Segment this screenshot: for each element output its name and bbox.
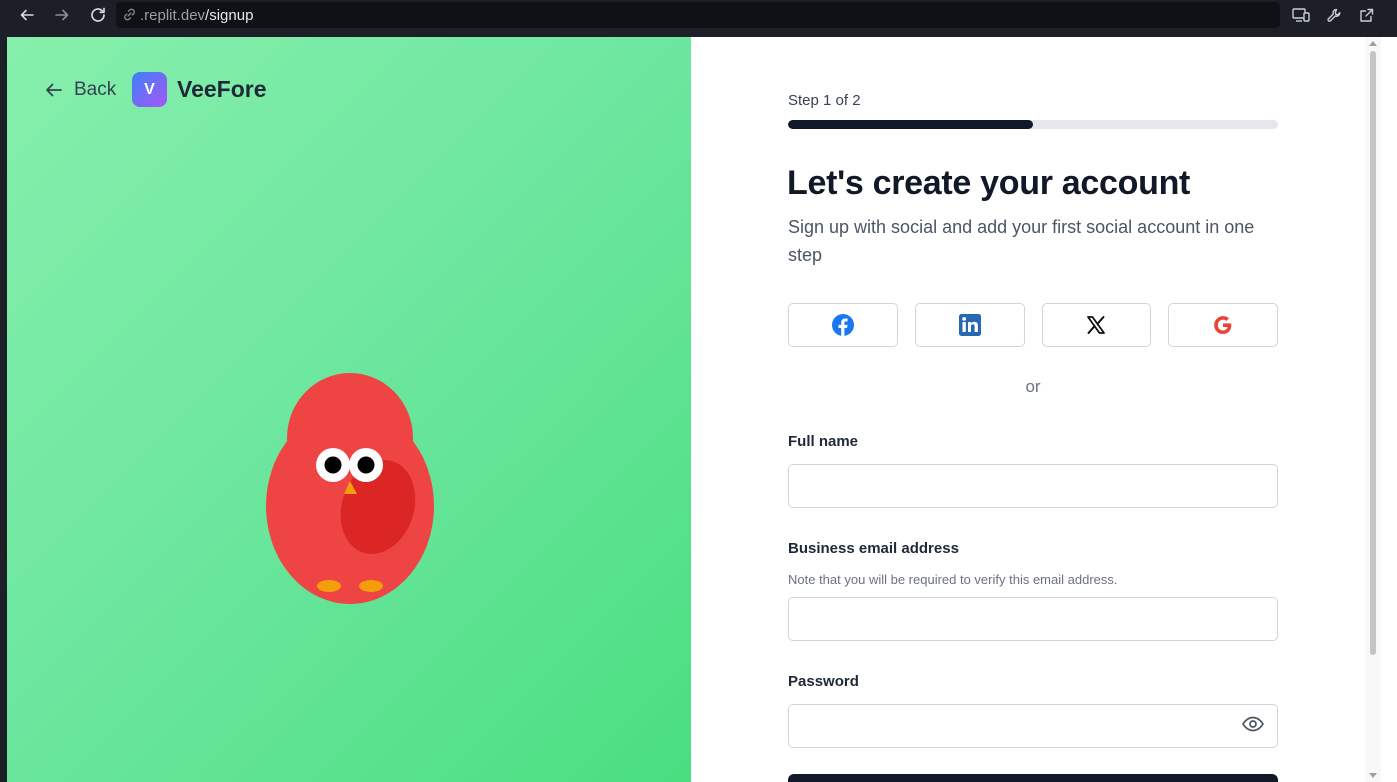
x-icon [1087, 316, 1106, 334]
full-name-input[interactable] [788, 464, 1278, 508]
full-name-label: Full name [788, 433, 859, 450]
back-label: Back [74, 79, 117, 100]
page-title: Let's create your account [787, 164, 1191, 202]
x-signup-button[interactable] [1041, 303, 1152, 347]
progress-bar [788, 120, 1278, 129]
page-subtitle: Sign up with social and add your first s… [788, 217, 1255, 265]
link-icon [122, 7, 137, 27]
signup-form-panel: Step 1 of 2 Let's create your account Si… [691, 37, 1381, 782]
social-signup-buttons [788, 303, 1278, 347]
google-signup-button[interactable] [1168, 303, 1278, 347]
open-external-icon[interactable] [1355, 4, 1377, 26]
arrow-left-icon [46, 83, 62, 97]
scroll-up-icon[interactable] [1369, 41, 1377, 46]
brand-logo[interactable]: V VeeFore [132, 72, 267, 107]
continue-button[interactable] [788, 774, 1278, 782]
forward-arrow-icon[interactable] [50, 3, 74, 27]
hero-panel: Back V VeeFore [7, 37, 691, 782]
logo-badge: V [132, 72, 167, 107]
devices-icon[interactable] [1290, 4, 1312, 26]
url-domain: .replit.dev [140, 7, 206, 24]
back-link[interactable]: Back [44, 79, 116, 101]
linkedin-icon [958, 314, 981, 336]
brand-name: VeeFore [177, 76, 267, 102]
email-label: Business email address [788, 540, 959, 557]
progress-bar-fill [788, 120, 1033, 129]
facebook-icon [831, 314, 854, 336]
toggle-password-visibility-button[interactable] [1241, 715, 1265, 738]
step-indicator: Step 1 of 2 [788, 92, 861, 109]
scrollbar-thumb[interactable] [1370, 51, 1376, 655]
email-input[interactable] [788, 597, 1278, 641]
password-label: Password [788, 673, 859, 690]
reload-icon[interactable] [86, 3, 110, 27]
or-divider: or [1025, 377, 1041, 396]
email-hint: Note that you will be required to verify… [788, 572, 1118, 587]
page-scrollbar[interactable] [1365, 37, 1381, 782]
url-path: /signup [205, 7, 254, 24]
back-arrow-icon[interactable] [15, 3, 39, 27]
url-text: .replit.dev/signup [140, 7, 253, 24]
bird-mascot-illustration [266, 373, 434, 604]
wrench-icon[interactable] [1323, 4, 1345, 26]
linkedin-signup-button[interactable] [914, 303, 1025, 347]
google-icon [1214, 316, 1232, 334]
address-bar[interactable]: .replit.dev/signup [116, 2, 1280, 28]
facebook-signup-button[interactable] [788, 303, 898, 347]
frame-gap [0, 30, 1397, 37]
page-viewport: Back V VeeFore Step 1 of 2 Let's create … [7, 37, 1397, 782]
browser-toolbar: .replit.dev/signup [0, 0, 1397, 30]
eye-icon [1242, 716, 1264, 732]
frame-left-edge [0, 30, 7, 782]
scroll-down-icon[interactable] [1369, 773, 1377, 778]
password-input[interactable] [788, 704, 1278, 748]
